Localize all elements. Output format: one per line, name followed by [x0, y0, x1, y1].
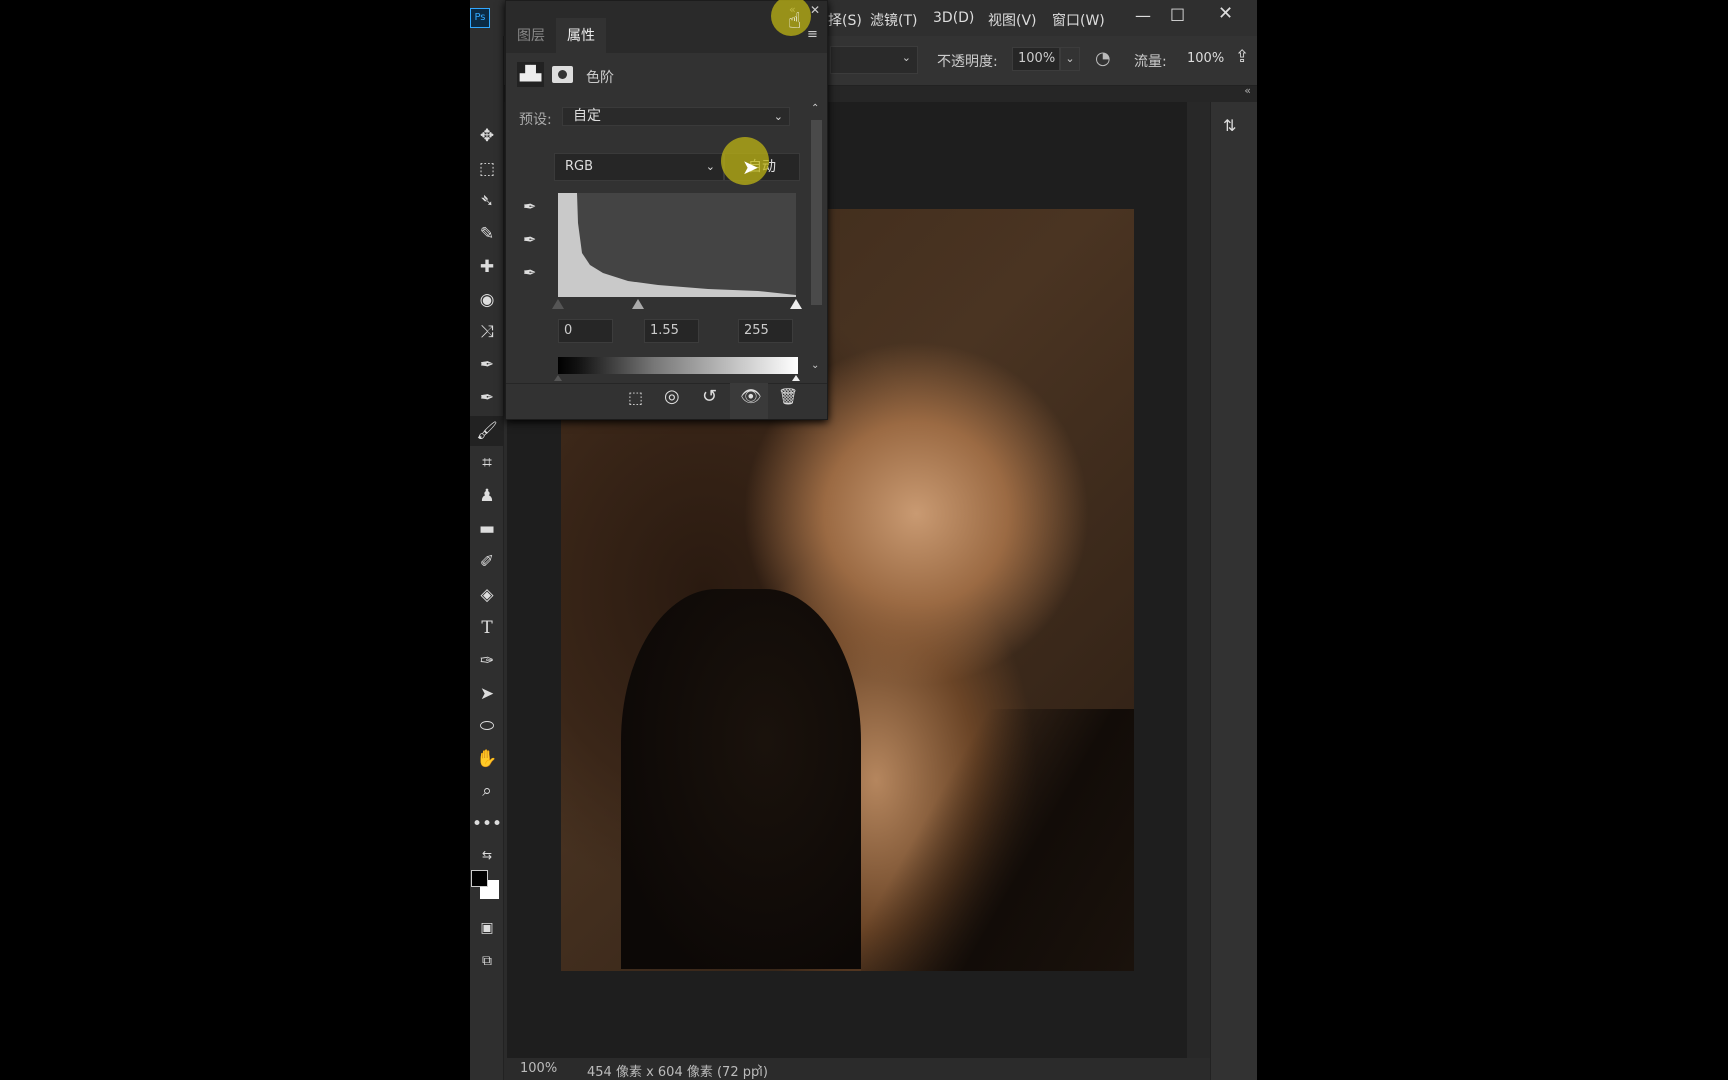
ps-logo: Ps — [470, 8, 490, 28]
properties-panel: 图层 属性 « ✕ ≡ ☝ ▟▙ 色阶 预设: 自定⌄ ⌃ ⌄ RGB⌄ 自动 … — [505, 0, 828, 420]
right-panel-dock: ⇅ — [1210, 102, 1257, 1080]
tab-properties[interactable]: 属性 — [567, 25, 595, 45]
properties-panel-icon[interactable]: ⇅ — [1223, 116, 1236, 135]
lasso-tool-icon[interactable]: ➴ — [470, 186, 504, 216]
white-input-slider[interactable] — [790, 299, 802, 309]
opacity-dropdown[interactable]: ⌄ — [1060, 47, 1080, 71]
arrow-cursor-icon: ➤ — [742, 155, 759, 179]
swap-colors-icon[interactable]: ⇆ — [470, 840, 504, 870]
brush-tool-icon[interactable]: 🖌 — [470, 416, 504, 446]
quick-select-tool-icon[interactable]: ✎ — [470, 219, 504, 249]
adjustment-title: 色阶 — [586, 70, 614, 86]
screen-mode-icon[interactable]: ⧉ — [470, 946, 504, 976]
minimize-icon[interactable]: — — [1135, 6, 1151, 25]
clip-to-layer-icon[interactable]: ⬚ — [628, 388, 643, 407]
marquee-tool-icon[interactable]: ⬚ — [470, 154, 504, 184]
path-select-icon[interactable]: ➤ — [470, 679, 504, 709]
visibility-icon[interactable]: 👁 — [740, 387, 762, 407]
type-tool-icon[interactable]: T — [470, 613, 504, 643]
white-point-eyedropper-icon[interactable]: ✒ — [523, 263, 536, 282]
maximize-icon[interactable]: □ — [1170, 4, 1185, 23]
input-black-field[interactable]: 0 — [558, 319, 613, 343]
gamma-input-slider[interactable] — [632, 299, 644, 309]
opacity-input[interactable]: 100% — [1012, 47, 1060, 71]
scrollbar-thumb[interactable] — [811, 120, 822, 305]
status-bar: 100% 454 像素 x 604 像素 (72 ppi) › — [507, 1058, 1210, 1080]
hand-cursor-icon: ☝ — [788, 9, 802, 34]
delete-icon[interactable]: 🗑 — [778, 387, 798, 406]
content-aware-move-icon[interactable]: ⤨ — [470, 317, 504, 347]
mask-icon[interactable] — [552, 66, 573, 83]
paint-bucket-icon[interactable]: ◈ — [470, 580, 504, 610]
channel-dropdown[interactable]: RGB ⌄ — [554, 153, 724, 181]
zoom-level[interactable]: 100% — [520, 1061, 557, 1076]
tab-layers[interactable]: 图层 — [517, 25, 545, 45]
eyedropper-tool-icon[interactable]: ✒ — [470, 383, 504, 413]
ellipse-tool-icon[interactable]: ⬭ — [470, 711, 504, 741]
stamp-tool-icon[interactable]: ♟ — [470, 481, 504, 511]
menu-3d[interactable]: 3D(D) — [933, 10, 974, 26]
black-input-slider[interactable] — [552, 299, 564, 309]
tools-panel: ✥ ⬚ ➴ ✎ ✚ ◉ ⤨ ✒ ✒ 🖌 ⌗ ♟ ▬ ✐ ◈ T ✑ ➤ ⬭ ✋ … — [470, 36, 504, 1080]
white-output-slider[interactable] — [792, 375, 800, 381]
share-icon[interactable]: ⇪ — [1235, 47, 1249, 67]
healing-brush-icon[interactable]: ✚ — [470, 252, 504, 282]
foreground-color-swatch[interactable] — [471, 870, 488, 887]
preset-dropdown[interactable]: 自定 ⌄ — [562, 107, 790, 126]
view-previous-icon[interactable]: ◎ — [664, 386, 680, 407]
menu-filter[interactable]: 滤镜(T) — [870, 10, 917, 30]
channel-value: RGB — [565, 159, 594, 174]
pen-tool-icon[interactable]: ✑ — [470, 646, 504, 676]
pressure-opacity-icon[interactable]: ◔ — [1095, 48, 1111, 69]
output-gradient-bar — [558, 357, 798, 374]
quick-mask-icon[interactable]: ▣ — [470, 913, 504, 943]
input-gamma-field[interactable]: 1.55 — [644, 319, 699, 343]
histogram — [558, 193, 796, 297]
panel-menu-icon[interactable]: ≡ — [807, 27, 818, 42]
crop-tool-icon[interactable]: ⌗ — [470, 448, 504, 478]
gray-point-eyedropper-icon[interactable]: ✒ — [523, 230, 536, 249]
document-info: 454 像素 x 604 像素 (72 ppi) — [587, 1065, 768, 1080]
reset-icon[interactable]: ↺ — [702, 386, 717, 407]
hand-tool-icon[interactable]: ✋ — [470, 744, 504, 774]
preset-value: 自定 — [573, 108, 601, 124]
status-menu-arrow[interactable]: › — [757, 1060, 762, 1075]
flow-value[interactable]: 100% — [1187, 51, 1224, 66]
mode-dropdown[interactable]: ⌄ — [830, 46, 918, 74]
scrollbar-track[interactable]: ⌃ ⌄ — [809, 103, 824, 377]
menu-view[interactable]: 视图(V) — [988, 10, 1037, 30]
black-point-eyedropper-icon[interactable]: ✒ — [523, 197, 536, 216]
opacity-label: 不透明度: — [937, 54, 998, 70]
menu-window[interactable]: 窗口(W) — [1052, 10, 1105, 30]
eraser-tool-icon[interactable]: ✐ — [470, 547, 504, 577]
input-white-field[interactable]: 255 — [738, 319, 793, 343]
flow-label: 流量: — [1134, 54, 1167, 70]
zoom-tool-icon[interactable]: ⌕ — [470, 776, 504, 806]
gradient-tool-icon[interactable]: ▬ — [470, 514, 504, 544]
move-tool-icon[interactable]: ✥ — [470, 121, 504, 151]
preset-label: 预设: — [519, 112, 552, 128]
color-sampler-icon[interactable]: ✒ — [470, 350, 504, 380]
chevron-down-icon: ⌄ — [773, 110, 783, 123]
black-output-slider[interactable] — [554, 375, 562, 381]
red-eye-tool-icon[interactable]: ◉ — [470, 285, 504, 315]
close-icon[interactable]: ✕ — [1218, 3, 1233, 24]
panel-close-icon[interactable]: ✕ — [810, 3, 820, 17]
collapse-panels-icon[interactable]: « — [1244, 84, 1251, 97]
more-tools-icon[interactable]: ••• — [470, 809, 504, 839]
menu-select[interactable]: 择(S) — [828, 10, 862, 30]
levels-adjustment-icon[interactable]: ▟▙ — [517, 62, 544, 87]
vertical-scroll-area[interactable] — [1187, 102, 1210, 1058]
